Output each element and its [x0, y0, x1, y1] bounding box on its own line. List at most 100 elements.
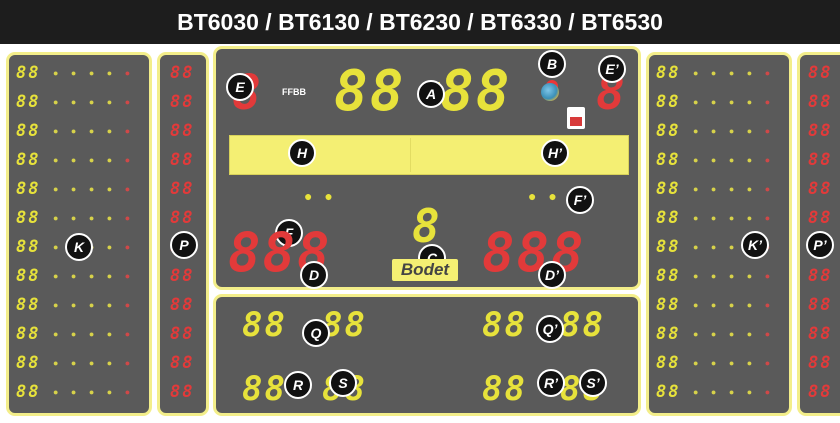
right-player-number-7: 88 — [656, 237, 681, 257]
right-player-number-12: 88 — [656, 382, 681, 402]
left-penalty-number-6: 88 — [170, 208, 195, 228]
left-player-foul-dots-9: ● ● ● ● ● — [53, 300, 136, 310]
left-penalty-number-10: 88 — [170, 324, 195, 344]
label-f2: F’ — [566, 186, 594, 214]
left-player-number-4: 88 — [16, 150, 41, 170]
right-player-number-1: 88 — [656, 63, 681, 83]
right-player-foul-dots-5: ● ● ● ● ● — [693, 184, 776, 194]
right-player-number-8: 88 — [656, 266, 681, 286]
left-player-foul-dots-4: ● ● ● ● ● — [53, 155, 136, 165]
left-player-number-3: 88 — [16, 121, 41, 141]
left-penalty-number-8: 88 — [170, 266, 195, 286]
label-s2: S’ — [579, 369, 607, 397]
label-p: P — [170, 231, 198, 259]
left-player-number-11: 88 — [16, 353, 41, 373]
label-d2: D’ — [538, 261, 566, 289]
label-q: Q — [302, 319, 330, 347]
left-penalty-number-11: 88 — [170, 353, 195, 373]
right-penalty-number-1: 88 — [808, 63, 833, 83]
label-k: K — [65, 233, 93, 261]
left-player-foul-dots-11: ● ● ● ● ● — [53, 358, 136, 368]
right-penalty-number-12: 88 — [808, 382, 833, 402]
right-player-number-11: 88 — [656, 353, 681, 373]
right-player-foul-dots-12: ● ● ● ● ● — [693, 387, 776, 397]
left-penalty-number-3: 88 — [170, 121, 195, 141]
left-player-foul-dots-2: ● ● ● ● ● — [53, 97, 136, 107]
label-k2: K’ — [741, 231, 769, 259]
bottom-panel: 88 88 Q 88 88 Q’ 88 88 R S 88 88 R’ S’ — [213, 294, 641, 416]
label-d: D — [300, 261, 328, 289]
left-penalty-number-9: 88 — [170, 295, 195, 315]
right-player-number-4: 88 — [656, 150, 681, 170]
right-players-panel: 88 ● ● ● ● ● 88 ● ● ● ● ● 88 ● ● ● ● ● 88 ● ● ●… — [646, 52, 792, 416]
label-b: B — [538, 50, 566, 78]
right-penalty-number-5: 88 — [808, 179, 833, 199]
right-player-foul-dots-9: ● ● ● ● ● — [693, 300, 776, 310]
left-player-foul-dots-6: ● ● ● ● ● — [53, 213, 136, 223]
right-player-number-2: 88 — [656, 92, 681, 112]
right-player-foul-dots-10: ● ● ● ● ● — [693, 329, 776, 339]
label-p2: P’ — [806, 231, 834, 259]
right-penalty-panel: 888888888888888888888888 P’ — [797, 52, 840, 416]
right-player-number-3: 88 — [656, 121, 681, 141]
left-player-foul-dots-8: ● ● ● ● ● — [53, 271, 136, 281]
left-penalty-panel: 888888888888888888888888 P — [157, 52, 209, 416]
left-player-foul-dots-1: ● ● ● ● ● — [53, 68, 136, 78]
left-team-foul-dots: ● ● — [304, 188, 337, 204]
r-left-pair-a: 88 — [242, 369, 287, 409]
r-right-pair-a: 88 — [482, 369, 527, 409]
bodet-logo: Bodet — [392, 259, 458, 281]
left-player-number-6: 88 — [16, 208, 41, 228]
right-player-foul-dots-4: ● ● ● ● ● — [693, 155, 776, 165]
left-player-number-10: 88 — [16, 324, 41, 344]
fiba-logo-icon — [541, 83, 559, 101]
guest-score: 888 — [482, 221, 586, 284]
ffbb-logo: FFBB — [282, 87, 306, 97]
label-e2: E’ — [598, 55, 626, 83]
right-player-foul-dots-6: ● ● ● ● ● — [693, 213, 776, 223]
q-right-pair-a: 88 — [482, 305, 527, 345]
label-s: S — [329, 369, 357, 397]
left-players-panel: 88 ● ● ● ● ● 88 ● ● ● ● ● 88 ● ● ● ● ● 88 ● ● ●… — [6, 52, 152, 416]
left-player-number-5: 88 — [16, 179, 41, 199]
right-penalty-number-9: 88 — [808, 295, 833, 315]
right-penalty-number-8: 88 — [808, 266, 833, 286]
right-penalty-number-2: 88 — [808, 92, 833, 112]
q-left-pair-b: 88 — [322, 305, 367, 345]
left-player-number-7: 88 — [16, 237, 41, 257]
right-penalty-number-10: 88 — [808, 324, 833, 344]
left-player-number-9: 88 — [16, 295, 41, 315]
left-player-number-12: 88 — [16, 382, 41, 402]
label-a: A — [417, 80, 445, 108]
right-player-foul-dots-8: ● ● ● ● ● — [693, 271, 776, 281]
left-player-number-1: 88 — [16, 63, 41, 83]
game-clock-seconds: 88 — [440, 59, 512, 124]
left-penalty-number-4: 88 — [170, 150, 195, 170]
left-player-number-2: 88 — [16, 92, 41, 112]
label-h: H — [288, 139, 316, 167]
right-player-foul-dots-2: ● ● ● ● ● — [693, 97, 776, 107]
left-player-number-8: 88 — [16, 266, 41, 286]
label-q2: Q’ — [536, 315, 564, 343]
label-e: E — [226, 73, 254, 101]
left-player-foul-dots-12: ● ● ● ● ● — [53, 387, 136, 397]
right-player-number-9: 88 — [656, 295, 681, 315]
main-panel: 8 E FFBB 88 : 88 A B 8 E’ H H’ ● ● F ● ●… — [213, 46, 641, 290]
right-penalty-number-6: 88 — [808, 208, 833, 228]
label-r: R — [284, 371, 312, 399]
right-player-number-10: 88 — [656, 324, 681, 344]
left-player-foul-dots-3: ● ● ● ● ● — [53, 126, 136, 136]
left-player-foul-dots-5: ● ● ● ● ● — [53, 184, 136, 194]
left-player-foul-dots-10: ● ● ● ● ● — [53, 329, 136, 339]
game-clock-minutes: 88 — [334, 59, 406, 124]
q-left-pair-a: 88 — [242, 305, 287, 345]
left-penalty-number-2: 88 — [170, 92, 195, 112]
right-player-number-6: 88 — [656, 208, 681, 228]
right-penalty-number-11: 88 — [808, 353, 833, 373]
left-penalty-number-5: 88 — [170, 179, 195, 199]
label-h2: H’ — [541, 139, 569, 167]
left-penalty-number-12: 88 — [170, 382, 195, 402]
label-r2: R’ — [537, 369, 565, 397]
right-player-foul-dots-1: ● ● ● ● ● — [693, 68, 776, 78]
q-right-pair-b: 88 — [560, 305, 605, 345]
